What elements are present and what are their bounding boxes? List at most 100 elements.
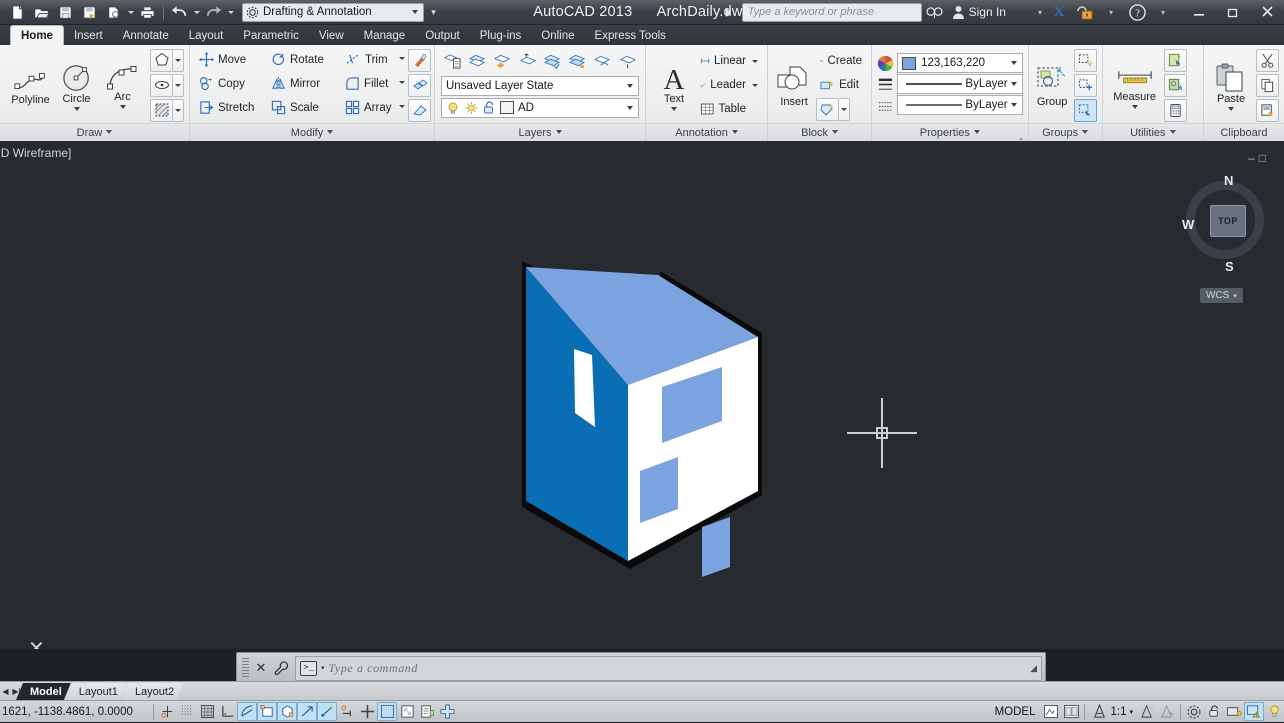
save-icon[interactable] [54, 2, 77, 23]
grid-display-icon[interactable] [197, 702, 217, 721]
redo-dropdown[interactable] [226, 2, 235, 23]
infocenter-expand-icon[interactable] [716, 1, 742, 23]
tab-view[interactable]: View [309, 26, 354, 45]
scale-button[interactable]: Scale [267, 96, 341, 119]
chevron-down-icon[interactable]: ▾ [1129, 708, 1133, 716]
trim-button[interactable]: Trim [341, 48, 397, 71]
autoscale-icon[interactable] [1157, 702, 1177, 721]
sign-in-dropdown-icon[interactable]: ▾ [1038, 8, 1042, 17]
copy-clip-icon[interactable] [1256, 73, 1280, 97]
ellipse-icon[interactable] [150, 73, 173, 97]
undo-icon[interactable] [168, 2, 191, 23]
panel-caption-annotation[interactable]: Annotation [646, 123, 768, 141]
model-space-icon[interactable] [1041, 702, 1061, 721]
space-toggle[interactable]: MODEL [989, 706, 1042, 718]
panel-caption-layers[interactable]: Layers [435, 123, 645, 141]
layer-match-icon[interactable] [616, 50, 639, 73]
security-dropdown-icon[interactable]: ▾ [1098, 1, 1124, 23]
plot-preview-dropdown[interactable] [126, 2, 135, 23]
polyline-button[interactable]: Polyline [8, 65, 53, 106]
leader-button[interactable]: Leader [696, 74, 750, 97]
layer-freeze-icon[interactable] [541, 50, 564, 73]
infer-constraints-icon[interactable] [157, 702, 177, 721]
tab-home[interactable]: Home [10, 25, 64, 45]
compass-south-label[interactable]: S [1225, 259, 1234, 274]
command-line[interactable]: ✕ >_ ▾ Type a command ◢ [236, 652, 1046, 684]
array-button[interactable]: Array [341, 96, 397, 119]
panel-caption-groups[interactable]: Groups [1028, 123, 1102, 141]
restore-button[interactable] [1216, 0, 1250, 25]
wrench-icon[interactable] [271, 657, 291, 679]
group-button[interactable]: Group [1032, 63, 1073, 108]
array-dropdown-icon[interactable] [399, 105, 405, 119]
hatch-icon[interactable] [150, 98, 173, 122]
measure-dropdown-icon[interactable] [1131, 104, 1138, 109]
clean-screen-icon[interactable] [1264, 702, 1284, 721]
quick-properties-icon[interactable] [417, 702, 437, 721]
search-icon[interactable] [922, 1, 948, 23]
text-dropdown-icon[interactable] [671, 106, 677, 111]
paste-button[interactable]: Paste [1209, 60, 1253, 111]
command-scroll-icon[interactable]: ◢ [1030, 663, 1037, 674]
table-button[interactable]: Table [696, 98, 750, 121]
object-snap-tracking-icon[interactable] [297, 702, 317, 721]
panel-caption-properties[interactable]: Properties ⟓ [872, 123, 1028, 142]
object-color-swatch[interactable] [902, 56, 917, 70]
layer-state-dropdown[interactable]: Unsaved Layer State [441, 75, 639, 96]
tab-plugins[interactable]: Plug-ins [470, 26, 532, 45]
workspace-switching-icon[interactable] [1184, 702, 1204, 721]
ortho-mode-icon[interactable] [217, 702, 237, 721]
security-icon[interactable] [1072, 1, 1098, 23]
undo-dropdown[interactable] [192, 2, 201, 23]
linear-dimension-button[interactable]: Linear [696, 50, 750, 73]
quick-select-icon[interactable] [1163, 48, 1187, 72]
command-input[interactable]: >_ ▾ Type a command ◢ [295, 655, 1042, 681]
close-button[interactable] [1250, 0, 1284, 25]
help-icon[interactable]: ? [1124, 1, 1150, 23]
tab-output[interactable]: Output [415, 26, 470, 45]
copy-button[interactable]: Copy [195, 72, 267, 95]
layout-prev-icon[interactable]: ◀ [0, 683, 11, 700]
match-properties-icon[interactable] [408, 48, 431, 72]
panel-caption-draw[interactable]: Draw [0, 123, 189, 141]
mirror-button[interactable]: Mirror [267, 72, 341, 95]
stretch-button[interactable]: Stretch [195, 96, 267, 119]
leader-dropdown-icon[interactable] [752, 83, 758, 87]
layout-tab-layout2[interactable]: Layout2 [121, 683, 183, 700]
layer-color-swatch[interactable] [500, 101, 514, 114]
move-button[interactable]: Move [195, 48, 267, 71]
qat-more-icon[interactable]: ▾ [427, 3, 440, 22]
panel-caption-block[interactable]: Block [768, 123, 872, 141]
sign-in-button[interactable]: Sign In ▾ [948, 5, 1046, 19]
tab-insert[interactable]: Insert [64, 26, 113, 45]
edit-attribute-dropdown-icon[interactable] [839, 98, 851, 121]
search-input[interactable]: Type a keyword or phrase [741, 2, 922, 22]
erase-icon[interactable] [408, 98, 431, 122]
isolate-objects-icon[interactable] [1244, 702, 1264, 721]
rotate-button[interactable]: Rotate [267, 48, 341, 71]
fillet-dropdown-icon[interactable] [399, 81, 405, 95]
exchange-apps-icon[interactable]: X [1046, 1, 1072, 23]
panel-caption-modify[interactable]: Modify [190, 123, 434, 141]
layer-off-icon[interactable] [466, 50, 489, 73]
new-icon[interactable] [6, 2, 29, 23]
drawing-area[interactable]: op][2D Wireframe] –□ N W S TOP WCS ▾ [0, 141, 1284, 649]
paste-special-icon[interactable] [1256, 98, 1280, 122]
paste-dropdown-icon[interactable] [1228, 106, 1235, 111]
tab-layout[interactable]: Layout [179, 26, 234, 45]
viewport-label[interactable]: op][2D Wireframe] [0, 146, 71, 160]
minimize-button[interactable] [1182, 0, 1216, 25]
transparency-icon[interactable] [397, 702, 417, 721]
circle-button[interactable]: Circle [54, 60, 99, 111]
command-line-close-icon[interactable]: ✕ [251, 657, 271, 679]
snap-mode-icon[interactable] [177, 702, 197, 721]
layout-tab-layout1[interactable]: Layout1 [65, 683, 127, 700]
dynamic-input-icon[interactable] [357, 702, 377, 721]
create-block-button[interactable]: Create [816, 49, 866, 72]
3d-object-snap-icon[interactable] [277, 702, 297, 721]
chevron-down-icon[interactable] [1010, 61, 1017, 65]
ellipse-dropdown-icon[interactable] [173, 73, 184, 97]
lineweight-icon[interactable] [377, 702, 397, 721]
isometric-house-model[interactable] [490, 189, 810, 639]
layer-isolate-icon[interactable] [491, 50, 514, 73]
